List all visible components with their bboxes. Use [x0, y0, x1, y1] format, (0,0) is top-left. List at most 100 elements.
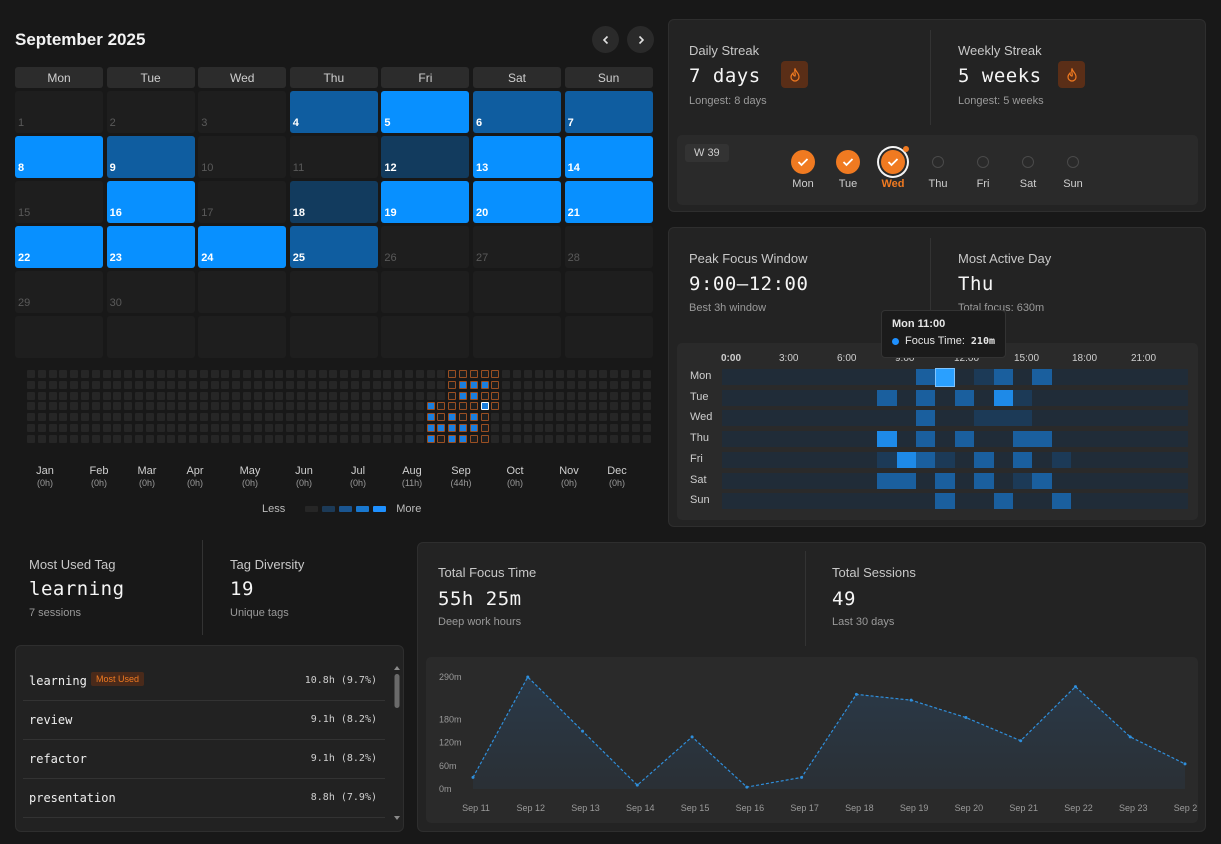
year-day-cell[interactable]: [102, 391, 111, 400]
year-day-cell[interactable]: [394, 413, 403, 422]
year-day-cell[interactable]: [480, 391, 489, 400]
focus-hour-cell[interactable]: [1071, 493, 1092, 510]
focus-hour-cell[interactable]: [896, 410, 917, 427]
year-day-cell[interactable]: [167, 424, 176, 432]
focus-hour-cell[interactable]: [799, 493, 820, 510]
year-day-cell[interactable]: [523, 391, 532, 400]
year-day-cell[interactable]: [221, 424, 230, 432]
focus-hour-cell[interactable]: [954, 389, 975, 406]
year-day-cell[interactable]: [145, 402, 154, 411]
focus-hour-cell[interactable]: [935, 410, 956, 427]
year-day-cell[interactable]: [156, 413, 165, 422]
focus-hour-cell[interactable]: [1090, 493, 1111, 510]
focus-hour-cell[interactable]: [1013, 493, 1033, 510]
year-day-cell[interactable]: [275, 391, 284, 400]
year-day-cell[interactable]: [567, 370, 575, 378]
focus-hour-cell[interactable]: [1051, 410, 1072, 427]
focus-hour-cell[interactable]: [974, 369, 995, 385]
year-day-cell[interactable]: [577, 413, 586, 422]
focus-hour-cell[interactable]: [1129, 369, 1150, 385]
year-day-cell[interactable]: [491, 380, 500, 389]
focus-hour-cell[interactable]: [1168, 493, 1189, 510]
calendar-day-11[interactable]: 11: [289, 136, 378, 178]
focus-hour-cell[interactable]: [857, 472, 878, 489]
year-day-cell[interactable]: [70, 402, 79, 411]
year-day-cell[interactable]: [523, 370, 532, 378]
focus-hour-cell[interactable]: [838, 410, 859, 427]
year-day-cell[interactable]: [610, 380, 619, 389]
year-day-cell[interactable]: [264, 402, 273, 411]
focus-hour-cell[interactable]: [974, 410, 995, 427]
year-day-cell[interactable]: [567, 402, 575, 411]
year-day-cell[interactable]: [178, 434, 187, 443]
year-day-cell[interactable]: [513, 370, 521, 378]
focus-hour-cell[interactable]: [1032, 410, 1053, 427]
year-day-cell[interactable]: [502, 413, 511, 422]
year-day-cell[interactable]: [307, 370, 316, 378]
year-day-cell[interactable]: [621, 424, 629, 432]
year-day-cell[interactable]: [264, 434, 273, 443]
focus-hour-cell[interactable]: [1071, 410, 1092, 427]
year-day-cell[interactable]: [469, 391, 478, 400]
year-day-cell[interactable]: [264, 391, 273, 400]
year-day-cell[interactable]: [48, 391, 57, 400]
focus-hour-cell[interactable]: [1110, 493, 1130, 510]
year-day-cell[interactable]: [469, 413, 478, 422]
focus-hour-cell[interactable]: [993, 493, 1014, 510]
year-day-cell[interactable]: [318, 424, 327, 432]
focus-hour-cell[interactable]: [916, 431, 936, 448]
year-day-cell[interactable]: [480, 413, 489, 422]
year-day-cell[interactable]: [102, 370, 111, 378]
year-day-cell[interactable]: [113, 370, 122, 378]
year-day-cell[interactable]: [502, 424, 511, 432]
year-day-cell[interactable]: [167, 413, 176, 422]
focus-hour-cell[interactable]: [974, 431, 995, 448]
year-day-cell[interactable]: [102, 380, 111, 389]
year-day-cell[interactable]: [372, 380, 381, 389]
focus-hour-cell[interactable]: [838, 451, 859, 468]
year-day-cell[interactable]: [156, 380, 165, 389]
year-day-cell[interactable]: [243, 413, 251, 422]
calendar-day-17[interactable]: 17: [198, 181, 287, 223]
year-day-cell[interactable]: [534, 434, 543, 443]
year-day-cell[interactable]: [27, 391, 35, 400]
tag-list-item[interactable]: refactor 9.1h (8.2%): [23, 740, 385, 779]
year-day-cell[interactable]: [264, 380, 273, 389]
year-day-cell[interactable]: [588, 402, 597, 411]
year-day-cell[interactable]: [383, 391, 392, 400]
year-day-cell[interactable]: [577, 434, 586, 443]
year-day-cell[interactable]: [383, 370, 392, 378]
year-day-cell[interactable]: [243, 380, 251, 389]
year-day-cell[interactable]: [361, 391, 370, 400]
year-day-cell[interactable]: [642, 413, 651, 422]
focus-hour-cell[interactable]: [819, 389, 839, 406]
year-day-cell[interactable]: [253, 370, 262, 378]
year-day-cell[interactable]: [415, 413, 424, 422]
focus-hour-cell[interactable]: [1110, 389, 1130, 406]
year-day-cell[interactable]: [394, 380, 403, 389]
year-day-cell[interactable]: [426, 434, 435, 443]
year-day-cell[interactable]: [48, 380, 57, 389]
year-day-cell[interactable]: [329, 402, 338, 411]
focus-hour-cell[interactable]: [916, 369, 936, 385]
year-day-cell[interactable]: [340, 370, 349, 378]
year-day-cell[interactable]: [253, 391, 262, 400]
calendar-day-4[interactable]: 4: [289, 91, 378, 133]
focus-hour-cell[interactable]: [916, 451, 936, 468]
focus-hour-cell[interactable]: [1090, 472, 1111, 489]
year-day-cell[interactable]: [631, 413, 640, 422]
year-day-cell[interactable]: [577, 391, 586, 400]
year-day-cell[interactable]: [448, 413, 457, 422]
year-day-cell[interactable]: [113, 434, 122, 443]
year-day-cell[interactable]: [113, 391, 122, 400]
calendar-day-28[interactable]: 28: [564, 226, 653, 268]
focus-hour-cell[interactable]: [1013, 472, 1033, 489]
year-day-cell[interactable]: [405, 413, 413, 422]
year-day-cell[interactable]: [340, 402, 349, 411]
year-day-cell[interactable]: [135, 380, 143, 389]
year-day-cell[interactable]: [556, 370, 565, 378]
year-day-cell[interactable]: [480, 380, 489, 389]
year-day-cell[interactable]: [329, 424, 338, 432]
year-day-cell[interactable]: [610, 402, 619, 411]
year-day-cell[interactable]: [243, 391, 251, 400]
